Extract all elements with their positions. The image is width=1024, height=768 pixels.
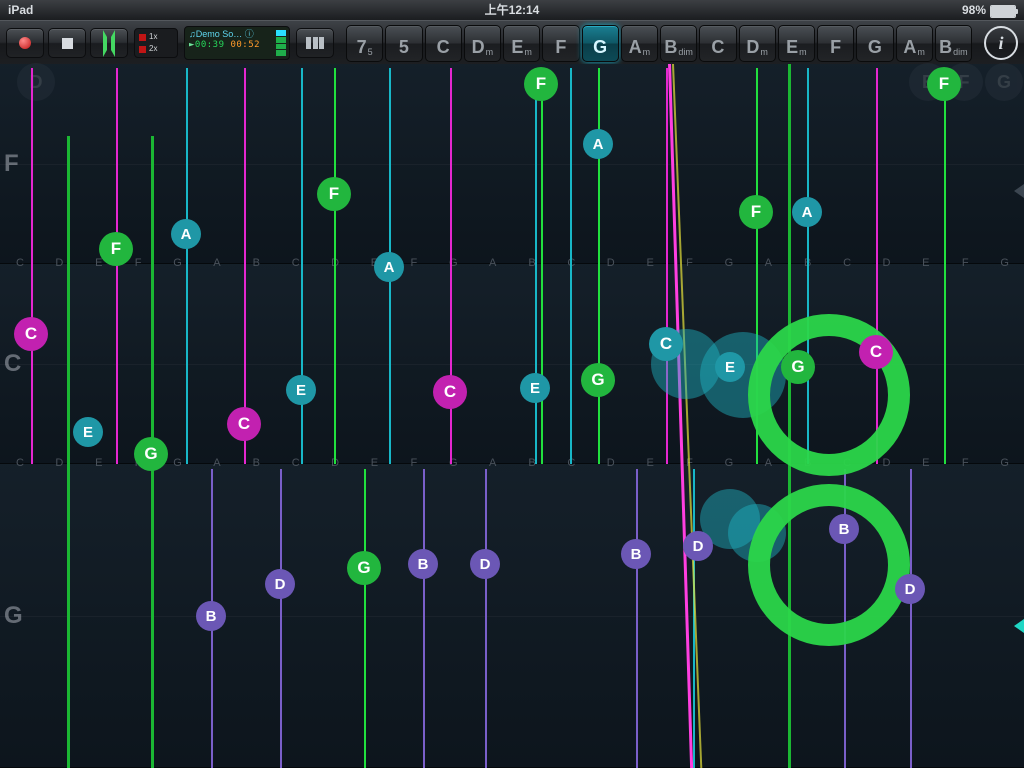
row-label: G <box>4 602 23 630</box>
chord-F[interactable]: F <box>542 25 579 62</box>
chord-75[interactable]: 75 <box>346 25 383 62</box>
chord-C[interactable]: C <box>699 25 736 62</box>
note-G[interactable]: G <box>781 350 815 384</box>
battery-icon <box>990 5 1016 18</box>
note-F[interactable]: F <box>927 67 961 101</box>
chord-Em[interactable]: Em <box>503 25 540 62</box>
note-line <box>67 136 70 768</box>
stop-icon <box>62 38 73 49</box>
note-line <box>31 68 33 464</box>
chord-Am[interactable]: Am <box>896 25 933 62</box>
note-line <box>535 68 537 464</box>
time-total: 00:52 <box>230 40 260 50</box>
note-F[interactable]: F <box>739 195 773 229</box>
note-F[interactable]: F <box>524 67 558 101</box>
note-D[interactable]: D <box>895 574 925 604</box>
touch-ring <box>748 484 910 646</box>
note-line <box>423 469 425 768</box>
note-E[interactable]: E <box>73 417 103 447</box>
note-C[interactable]: C <box>649 327 683 361</box>
note-line <box>570 68 572 464</box>
note-line <box>666 68 668 464</box>
note-A[interactable]: A <box>171 219 201 249</box>
note-G[interactable]: G <box>347 551 381 585</box>
chord-Bdim[interactable]: Bdim <box>660 25 697 62</box>
note-D[interactable]: D <box>683 531 713 561</box>
chord-Bdim[interactable]: Bdim <box>935 25 972 62</box>
transport-controls <box>6 28 128 58</box>
note-C[interactable]: C <box>14 317 48 351</box>
record-button[interactable] <box>6 28 44 58</box>
info-button[interactable]: i <box>984 26 1018 60</box>
toolbar: 1x 2x ♫Demo So… ⓘ ►00:39 00:52 755CDmEmF… <box>0 20 1024 66</box>
row-label: C <box>4 350 21 378</box>
chord-Am[interactable]: Am <box>621 25 658 62</box>
note-C[interactable]: C <box>433 375 467 409</box>
note-E[interactable]: E <box>286 375 316 405</box>
note-F[interactable]: F <box>99 232 133 266</box>
note-line <box>541 68 543 464</box>
note-grid[interactable]: FCGCDEFGABCDEFGABCDEFGABCDEFGCDEFGABCDEF… <box>0 64 1024 768</box>
inactive-marker: D <box>17 63 55 101</box>
battery-pct: 98% <box>962 0 986 20</box>
note-line <box>280 469 282 768</box>
columns-icon <box>306 37 324 49</box>
note-line <box>364 469 366 768</box>
note-line <box>910 469 912 768</box>
note-line <box>334 68 336 464</box>
record-icon <box>19 37 31 49</box>
note-G[interactable]: G <box>134 437 168 471</box>
note-A[interactable]: A <box>583 129 613 159</box>
note-A[interactable]: A <box>792 197 822 227</box>
note-line <box>485 469 487 768</box>
clock: 上午12:14 <box>0 0 1024 20</box>
status-bar: iPad 上午12:14 98% <box>0 0 1024 20</box>
pause-button[interactable] <box>90 28 128 58</box>
inactive-marker: G <box>985 63 1023 101</box>
stop-button[interactable] <box>48 28 86 58</box>
track-selector[interactable]: 1x 2x <box>134 28 178 58</box>
note-line <box>186 68 188 464</box>
chord-C[interactable]: C <box>425 25 462 62</box>
chord-F[interactable]: F <box>817 25 854 62</box>
chord-5[interactable]: 5 <box>385 25 422 62</box>
note-C[interactable]: C <box>859 335 893 369</box>
row-label: F <box>4 150 19 178</box>
note-E[interactable]: E <box>520 373 550 403</box>
note-E[interactable]: E <box>715 352 745 382</box>
time-elapsed: 00:39 <box>195 40 225 50</box>
battery-indicator: 98% <box>962 0 1016 20</box>
song-display[interactable]: ♫Demo So… ⓘ ►00:39 00:52 <box>184 26 290 60</box>
note-line <box>598 68 600 464</box>
note-D[interactable]: D <box>470 549 500 579</box>
note-B[interactable]: B <box>621 539 651 569</box>
note-G[interactable]: G <box>581 363 615 397</box>
chord-G[interactable]: G <box>582 25 619 62</box>
note-line <box>636 469 638 768</box>
chord-Dm[interactable]: Dm <box>739 25 776 62</box>
chord-G[interactable]: G <box>856 25 893 62</box>
info-icon: i <box>998 33 1003 54</box>
note-B[interactable]: B <box>196 601 226 631</box>
note-B[interactable]: B <box>408 549 438 579</box>
song-title: Demo So… <box>196 29 243 39</box>
scroll-indicator[interactable] <box>1014 184 1024 198</box>
level-meters <box>276 30 286 56</box>
chord-selector: 755CDmEmFGAmBdimCDmEmFGAmBdim <box>346 25 972 62</box>
chord-Em[interactable]: Em <box>778 25 815 62</box>
note-A[interactable]: A <box>374 252 404 282</box>
note-D[interactable]: D <box>265 569 295 599</box>
view-toggle-button[interactable] <box>296 28 334 58</box>
note-line <box>116 68 118 464</box>
chord-Dm[interactable]: Dm <box>464 25 501 62</box>
note-line <box>944 68 946 464</box>
pause-icon <box>103 30 115 57</box>
scroll-indicator[interactable] <box>1014 619 1024 633</box>
note-B[interactable]: B <box>829 514 859 544</box>
note-C[interactable]: C <box>227 407 261 441</box>
note-line <box>244 68 246 464</box>
note-F[interactable]: F <box>317 177 351 211</box>
